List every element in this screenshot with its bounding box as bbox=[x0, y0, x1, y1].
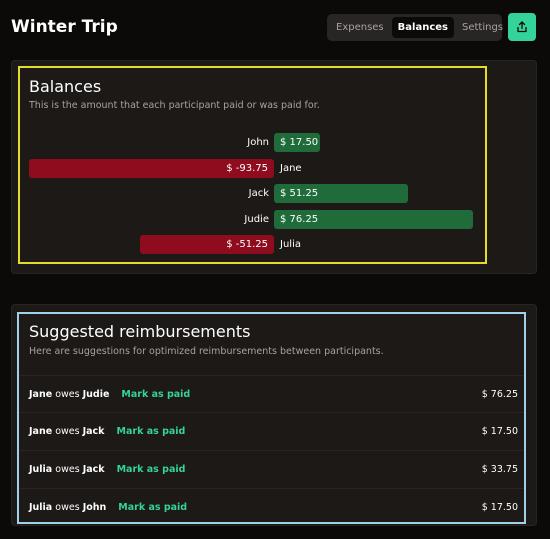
page-title: Winter Trip bbox=[11, 17, 118, 37]
reimbursements-description: Here are suggestions for optimized reimb… bbox=[29, 346, 384, 357]
mark-as-paid-button[interactable]: Mark as paid bbox=[121, 389, 190, 400]
balance-bar-john: $ 17.50 bbox=[274, 133, 320, 152]
list-item: Julia owes Jack Mark as paid $ 33.75 bbox=[18, 450, 525, 487]
list-item: Jane owes Judie Mark as paid $ 76.25 bbox=[18, 375, 525, 412]
balances-description: This is the amount that each participant… bbox=[29, 100, 320, 111]
payee-name: Jack bbox=[82, 426, 105, 437]
balance-bar-judie: $ 76.25 bbox=[274, 210, 473, 229]
balance-bar-julia: $ -51.25 bbox=[140, 235, 274, 254]
balance-bar-jack: $ 51.25 bbox=[274, 184, 408, 203]
mark-as-paid-button[interactable]: Mark as paid bbox=[117, 464, 186, 475]
owes-text: owes bbox=[55, 389, 80, 400]
balance-bar-jane: $ -93.75 bbox=[29, 159, 274, 178]
reimbursement-amount: $ 17.50 bbox=[481, 502, 518, 513]
reimbursement-amount: $ 17.50 bbox=[481, 426, 518, 437]
owes-text: owes bbox=[55, 426, 80, 437]
payer-name: Jane bbox=[29, 389, 53, 400]
view-tabs: Expenses Balances Settings bbox=[327, 14, 503, 41]
reimbursement-amount: $ 33.75 bbox=[481, 464, 518, 475]
balance-name-julia: Julia bbox=[280, 239, 301, 250]
payer-name: Julia bbox=[29, 502, 53, 513]
reimbursements-title: Suggested reimbursements bbox=[29, 322, 251, 341]
share-button[interactable] bbox=[508, 13, 536, 41]
payee-name: Jack bbox=[82, 464, 105, 475]
balance-name-jack: Jack bbox=[248, 188, 269, 199]
mark-as-paid-button[interactable]: Mark as paid bbox=[117, 426, 186, 437]
tab-expenses[interactable]: Expenses bbox=[330, 17, 390, 38]
balance-name-john: John bbox=[247, 137, 269, 148]
payer-name: Julia bbox=[29, 464, 53, 475]
payer-name: Jane bbox=[29, 426, 53, 437]
balances-title: Balances bbox=[29, 77, 102, 96]
owes-text: owes bbox=[55, 464, 80, 475]
owes-text: owes bbox=[55, 502, 80, 513]
payee-name: John bbox=[82, 502, 107, 513]
balance-name-jane: Jane bbox=[280, 163, 302, 174]
reimbursement-amount: $ 76.25 bbox=[481, 389, 518, 400]
list-item: Jane owes Jack Mark as paid $ 17.50 bbox=[18, 412, 525, 449]
mark-as-paid-button[interactable]: Mark as paid bbox=[118, 502, 187, 513]
balance-name-judie: Judie bbox=[244, 214, 269, 225]
tab-balances[interactable]: Balances bbox=[391, 17, 454, 38]
list-item: Julia owes John Mark as paid $ 17.50 bbox=[18, 488, 525, 525]
payee-name: Judie bbox=[82, 389, 110, 400]
tab-settings[interactable]: Settings bbox=[456, 17, 509, 38]
share-icon bbox=[517, 21, 527, 33]
